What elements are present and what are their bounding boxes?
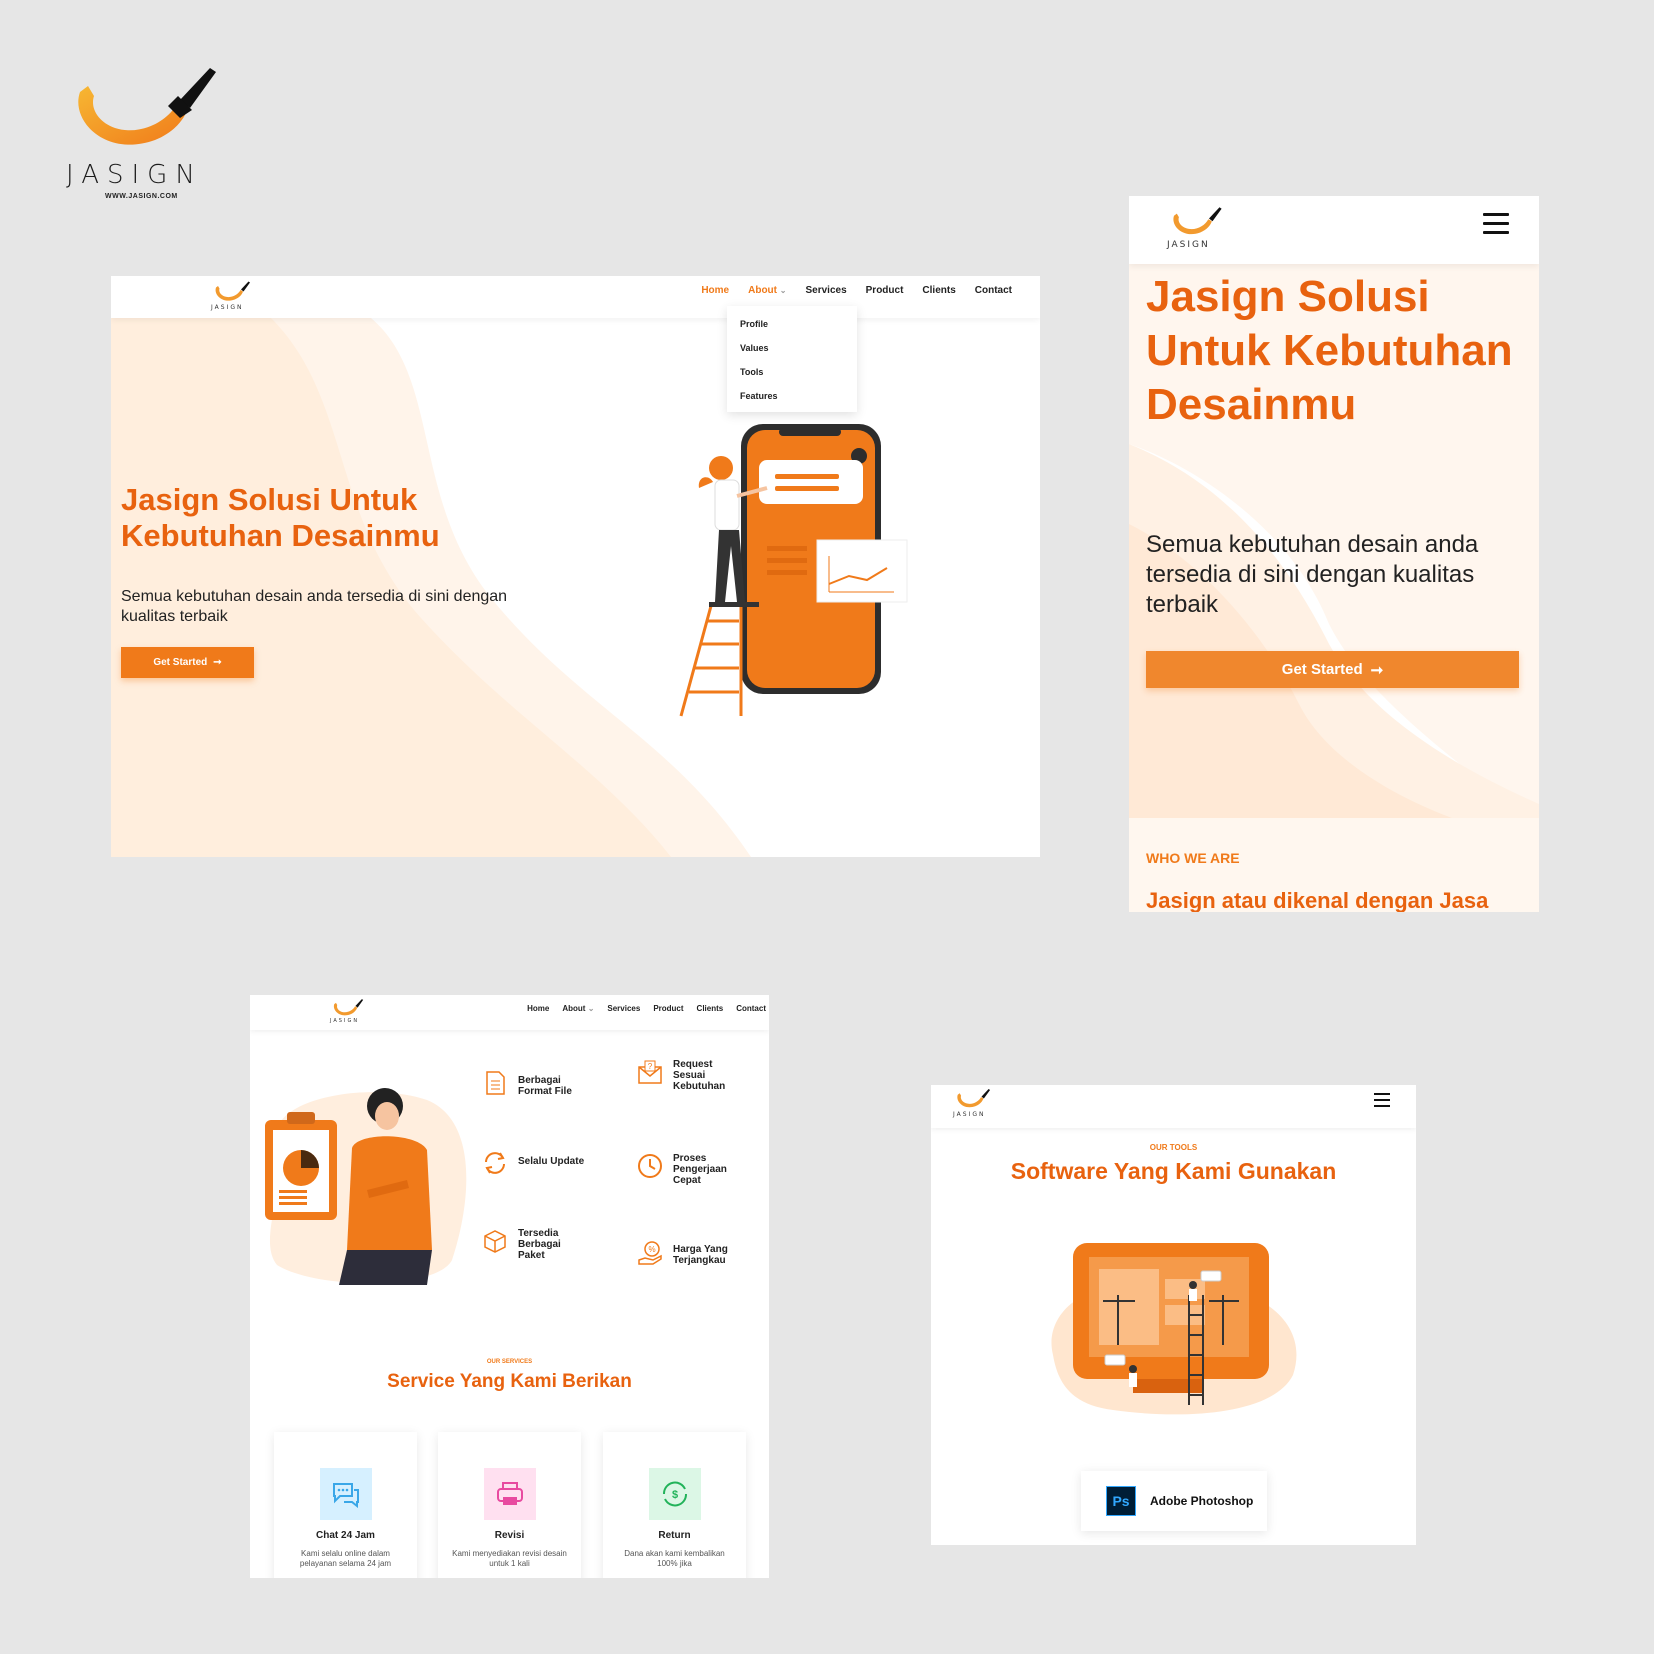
service-card-title: Chat 24 Jam	[316, 1530, 375, 1541]
service-card-return[interactable]: $ Return Dana akan kami kembalikan 100% …	[603, 1432, 746, 1578]
desktop-hero-screen: JASIGN Home About ⌄ Services Product Cli…	[111, 276, 1040, 857]
features-menu: Home About ⌄ Services Product Clients Co…	[527, 1004, 766, 1013]
service-card-desc: Dana akan kami kembalikan 100% jika	[624, 1549, 725, 1568]
about-dropdown: Profile Values Tools Features	[727, 306, 857, 412]
chat-icon	[319, 1468, 372, 1520]
hero-title: Jasign Solusi Untuk Kebutuhan Desainmu	[1146, 272, 1513, 429]
software-name: Adobe Photoshop	[1150, 1494, 1254, 1508]
brush-logo-icon	[957, 1089, 991, 1108]
svg-text:$: $	[671, 1489, 677, 1501]
nav-clients[interactable]: Clients	[922, 285, 955, 296]
nav-home[interactable]: Home	[701, 285, 729, 296]
features-navbar: JASIGN Home About ⌄ Services Product Cli…	[250, 995, 769, 1030]
chevron-down-icon: ⌄	[587, 1004, 595, 1013]
service-card-chat[interactable]: Chat 24 Jam Kami selalu online dalam pel…	[274, 1432, 417, 1578]
svg-text:?: ?	[648, 1062, 653, 1071]
services-heading: Service Yang Kami Berikan	[387, 1371, 632, 1392]
box-icon	[484, 1230, 506, 1253]
brand-logo: JASIGN WWW.JASIGN.COM	[60, 60, 220, 210]
feature-item: Berbagai Format File	[482, 1070, 588, 1097]
nav-contact[interactable]: Contact	[975, 285, 1012, 296]
tools-screen: JASIGN OUR TOOLS Software Yang Kami Guna…	[931, 1085, 1416, 1545]
brush-logo-icon	[1173, 207, 1222, 235]
feature-item: ? Request Sesuai Kebutuhan	[637, 1059, 743, 1092]
get-started-button[interactable]: Get Started ➞	[1146, 651, 1519, 688]
features-services-screen: JASIGN Home About ⌄ Services Product Cli…	[250, 995, 769, 1578]
chevron-down-icon: ⌄	[779, 286, 787, 295]
nav-services[interactable]: Services	[805, 285, 846, 296]
refresh-icon	[485, 1152, 505, 1174]
nav-about[interactable]: About ⌄	[748, 285, 786, 296]
dropdown-values[interactable]: Values	[740, 343, 844, 367]
brand-url: WWW.JASIGN.COM	[105, 193, 178, 200]
print-icon	[483, 1468, 536, 1520]
dropdown-tools[interactable]: Tools	[740, 367, 844, 391]
photoshop-icon: Ps	[1106, 1486, 1136, 1516]
tools-label: OUR TOOLS	[1149, 1143, 1198, 1152]
brand-wordmark: JASIGN	[66, 160, 203, 190]
nav-about[interactable]: About ⌄	[562, 1004, 594, 1013]
arrow-right-icon: ➞	[213, 657, 222, 668]
nav-clients[interactable]: Clients	[697, 1004, 724, 1013]
hamburger-icon[interactable]	[1483, 213, 1509, 235]
hero-title: Jasign Solusi Untuk Kebutuhan Desainmu	[121, 482, 440, 553]
dropdown-features[interactable]: Features	[740, 391, 844, 415]
hero-subtitle: Semua kebutuhan desain anda tersedia di …	[1146, 531, 1479, 618]
nav-logo[interactable]: JASIGN	[211, 279, 251, 311]
phone-ladder-illustration	[679, 424, 908, 717]
desktop-navbar: JASIGN Home About ⌄ Services Product Cli…	[111, 276, 1040, 318]
service-card-desc: Kami menyediakan revisi desain untuk 1 k…	[452, 1549, 567, 1568]
tools-navbar: JASIGN	[931, 1085, 1416, 1128]
services-label: OUR SERVICES	[486, 1359, 533, 1365]
get-started-button[interactable]: Get Started ➞	[121, 647, 254, 678]
service-card-desc: Kami selalu online dalam pelayanan selam…	[299, 1549, 392, 1568]
dropdown-profile[interactable]: Profile	[740, 319, 844, 343]
arrow-right-icon: ➞	[1370, 661, 1384, 679]
monitor-ladder-illustration	[1051, 1243, 1297, 1415]
who-we-are-label: WHO WE ARE	[1146, 850, 1240, 866]
mobile-hero-screen: JASIGN Jasign Solusi Untuk Kebutuhan Des…	[1129, 196, 1539, 912]
brush-logo-icon	[215, 281, 250, 301]
nav-services[interactable]: Services	[607, 1004, 640, 1013]
request-icon: ?	[638, 1060, 662, 1084]
brush-logo-icon	[78, 68, 216, 145]
service-card-title: Return	[658, 1530, 691, 1541]
nav-home[interactable]: Home	[527, 1004, 549, 1013]
nav-logo[interactable]: JASIGN	[1167, 204, 1223, 250]
money-return-icon: $	[648, 1468, 701, 1520]
who-we-are-heading: Jasign atau dikenal dengan Jasa	[1146, 888, 1489, 912]
desktop-menu: Home About ⌄ Services Product Clients Co…	[701, 285, 1012, 296]
feature-item: Tersedia Berbagai Paket	[482, 1228, 588, 1261]
nav-logo[interactable]: JASIGN	[330, 997, 364, 1024]
woman-chart-illustration	[265, 1088, 467, 1285]
service-card-revisi[interactable]: Revisi Kami menyediakan revisi desain un…	[438, 1432, 581, 1578]
clock-icon	[638, 1154, 662, 1178]
software-card-photoshop[interactable]: Ps Adobe Photoshop	[1081, 1471, 1267, 1531]
brush-logo-icon	[333, 999, 364, 1016]
svg-text:%: %	[648, 1245, 655, 1254]
nav-contact[interactable]: Contact	[736, 1004, 766, 1013]
document-icon	[486, 1071, 505, 1095]
feature-item: % Harga Yang Terjangkau	[637, 1240, 743, 1266]
tools-heading: Software Yang Kami Gunakan	[1010, 1158, 1337, 1184]
feature-item: Selalu Update	[482, 1150, 588, 1176]
service-card-title: Revisi	[494, 1530, 525, 1541]
hero-subtitle: Semua kebutuhan desain anda tersedia di …	[121, 588, 508, 625]
price-icon: %	[638, 1241, 662, 1265]
hamburger-icon[interactable]	[1374, 1093, 1390, 1107]
nav-logo[interactable]: JASIGN	[953, 1087, 991, 1118]
nav-product[interactable]: Product	[653, 1004, 683, 1013]
mobile-navbar: JASIGN	[1129, 196, 1539, 264]
nav-product[interactable]: Product	[866, 285, 904, 296]
feature-item: Proses Pengerjaan Cepat	[637, 1153, 743, 1186]
